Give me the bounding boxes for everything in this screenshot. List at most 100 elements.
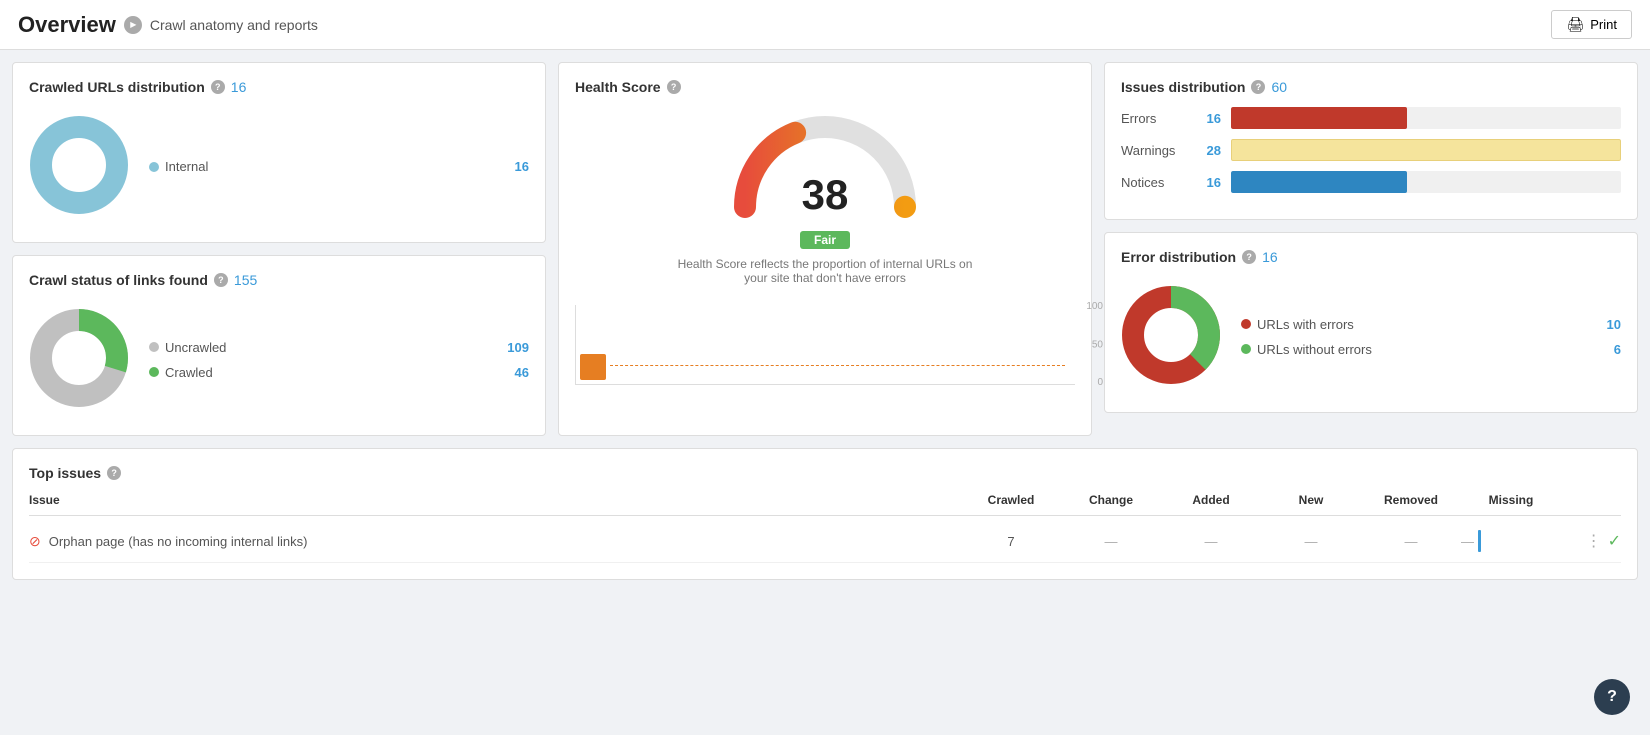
row-issue-cell: ⊘ Orphan page (has no incoming internal … — [29, 533, 961, 550]
breadcrumb: Crawl anatomy and reports — [150, 17, 318, 33]
health-chart: 100 50 0 — [575, 305, 1075, 385]
warnings-count: 28 — [1191, 143, 1221, 158]
crawled-label: Crawled — [165, 365, 213, 380]
crawled-urls-legend: Internal 16 — [149, 159, 529, 174]
crawl-status-help-icon[interactable]: ? — [214, 273, 228, 287]
error-dist-legend: URLs with errors 10 URLs without errors … — [1241, 317, 1621, 357]
internal-dot — [149, 162, 159, 172]
legend-item-with-errors: URLs with errors 10 — [1241, 317, 1621, 332]
issues-dist-count: 60 — [1271, 79, 1287, 95]
internal-label: Internal — [165, 159, 208, 174]
page-title: Overview — [18, 12, 116, 38]
health-score-card: Health Score ? — [558, 62, 1092, 436]
row-new: — — [1261, 534, 1361, 549]
play-icon[interactable] — [124, 16, 142, 34]
crawl-status-legend: Uncrawled 109 Crawled 46 — [149, 340, 529, 380]
chart-line — [610, 365, 1065, 366]
crawled-urls-donut — [29, 115, 129, 218]
issues-dist-rows: Errors 16 Warnings 28 — [1121, 107, 1621, 193]
issues-table-header: Issue Crawled Change Added New Removed M… — [29, 493, 1621, 516]
issues-row-warnings: Warnings 28 — [1121, 139, 1621, 161]
help-float-button[interactable]: ? — [1594, 679, 1630, 715]
chart-y-50: 50 — [1092, 339, 1103, 350]
legend-item-internal: Internal 16 — [149, 159, 529, 174]
error-dist-donut — [1121, 285, 1221, 388]
crawled-urls-title: Crawled URLs distribution ? 16 — [29, 79, 529, 95]
uncrawled-value: 109 — [507, 340, 529, 355]
health-score-number: 38 — [802, 171, 849, 219]
print-button[interactable]: Print — [1551, 10, 1632, 39]
row-missing-cell: — — [1461, 530, 1561, 552]
crawled-urls-card: Crawled URLs distribution ? 16 — [12, 62, 546, 243]
col-crawled: Crawled — [961, 493, 1061, 507]
check-icon[interactable]: ✓ — [1608, 531, 1621, 551]
main-content: Crawled URLs distribution ? 16 — [0, 50, 1650, 592]
crawl-status-count: 155 — [234, 272, 257, 288]
crawled-urls-help-icon[interactable]: ? — [211, 80, 225, 94]
crawl-status-card: Crawl status of links found ? 155 — [12, 255, 546, 436]
row-change: — — [1061, 534, 1161, 549]
error-dist-count: 16 — [1262, 249, 1278, 265]
col-removed: Removed — [1361, 493, 1461, 507]
notices-bar — [1231, 171, 1407, 193]
issues-dist-help-icon[interactable]: ? — [1251, 80, 1265, 94]
more-icon[interactable]: ⋮ — [1586, 531, 1602, 551]
with-errors-label: URLs with errors — [1257, 317, 1354, 332]
legend-item-crawled: Crawled 46 — [149, 365, 529, 380]
mini-bar — [1478, 530, 1481, 552]
error-dist-donut-container: URLs with errors 10 URLs without errors … — [1121, 277, 1621, 396]
issues-row-notices: Notices 16 — [1121, 171, 1621, 193]
errors-count: 16 — [1191, 111, 1221, 126]
page-header: Overview Crawl anatomy and reports Print — [0, 0, 1650, 50]
col-change: Change — [1061, 493, 1161, 507]
without-errors-dot — [1241, 344, 1251, 354]
gauge-container: 38 — [725, 107, 925, 227]
crawled-urls-donut-container: Internal 16 — [29, 107, 529, 226]
col-issue: Issue — [29, 493, 961, 507]
chart-y-0: 0 — [1097, 377, 1103, 388]
row-error-icon: ⊘ — [29, 533, 41, 550]
row-issue-text: Orphan page (has no incoming internal li… — [49, 534, 308, 549]
with-errors-dot — [1241, 319, 1251, 329]
row-crawled: 7 — [961, 534, 1061, 549]
with-errors-value: 10 — [1607, 317, 1621, 332]
row-missing-dash: — — [1461, 534, 1474, 549]
without-errors-value: 6 — [1614, 342, 1621, 357]
row-missing-bar-cell: — — [1461, 530, 1561, 552]
row-actions: ⋮ ✓ — [1561, 531, 1621, 551]
notices-label: Notices — [1121, 175, 1191, 190]
errors-bar-container — [1231, 107, 1621, 129]
crawl-status-donut-container: Uncrawled 109 Crawled 46 — [29, 300, 529, 419]
left-column: Crawled URLs distribution ? 16 — [12, 62, 546, 436]
col-new: New — [1261, 493, 1361, 507]
top-issues-help-icon[interactable]: ? — [107, 466, 121, 480]
issues-distribution-card: Issues distribution ? 60 Errors 16 — [1104, 62, 1638, 220]
top-issues-section: Top issues ? Issue Crawled Change Added … — [12, 448, 1638, 580]
header-left: Overview Crawl anatomy and reports — [18, 12, 318, 38]
error-distribution-card: Error distribution ? 16 — [1104, 232, 1638, 413]
warnings-label: Warnings — [1121, 143, 1191, 158]
legend-item-without-errors: URLs without errors 6 — [1241, 342, 1621, 357]
crawl-status-donut — [29, 308, 129, 411]
crawled-value: 46 — [515, 365, 529, 380]
uncrawled-dot — [149, 342, 159, 352]
top-row: Crawled URLs distribution ? 16 — [12, 62, 1638, 436]
warnings-bar — [1231, 139, 1621, 161]
row-actions-cell: ⋮ ✓ — [1561, 531, 1621, 551]
health-score-title: Health Score ? — [575, 79, 1075, 95]
error-dist-help-icon[interactable]: ? — [1242, 250, 1256, 264]
row-added: — — [1161, 534, 1261, 549]
chart-y-100: 100 — [1086, 301, 1103, 312]
col-missing: Missing — [1461, 493, 1561, 507]
error-dist-title: Error distribution ? 16 — [1121, 249, 1621, 265]
col-added: Added — [1161, 493, 1261, 507]
col-actions — [1561, 493, 1621, 507]
notices-count: 16 — [1191, 175, 1221, 190]
crawled-dot — [149, 367, 159, 377]
crawled-urls-count: 16 — [231, 79, 247, 95]
warnings-bar-container — [1231, 139, 1621, 161]
internal-value: 16 — [515, 159, 529, 174]
issues-row-errors: Errors 16 — [1121, 107, 1621, 129]
health-score-help-icon[interactable]: ? — [667, 80, 681, 94]
issues-dist-title: Issues distribution ? 60 — [1121, 79, 1621, 95]
